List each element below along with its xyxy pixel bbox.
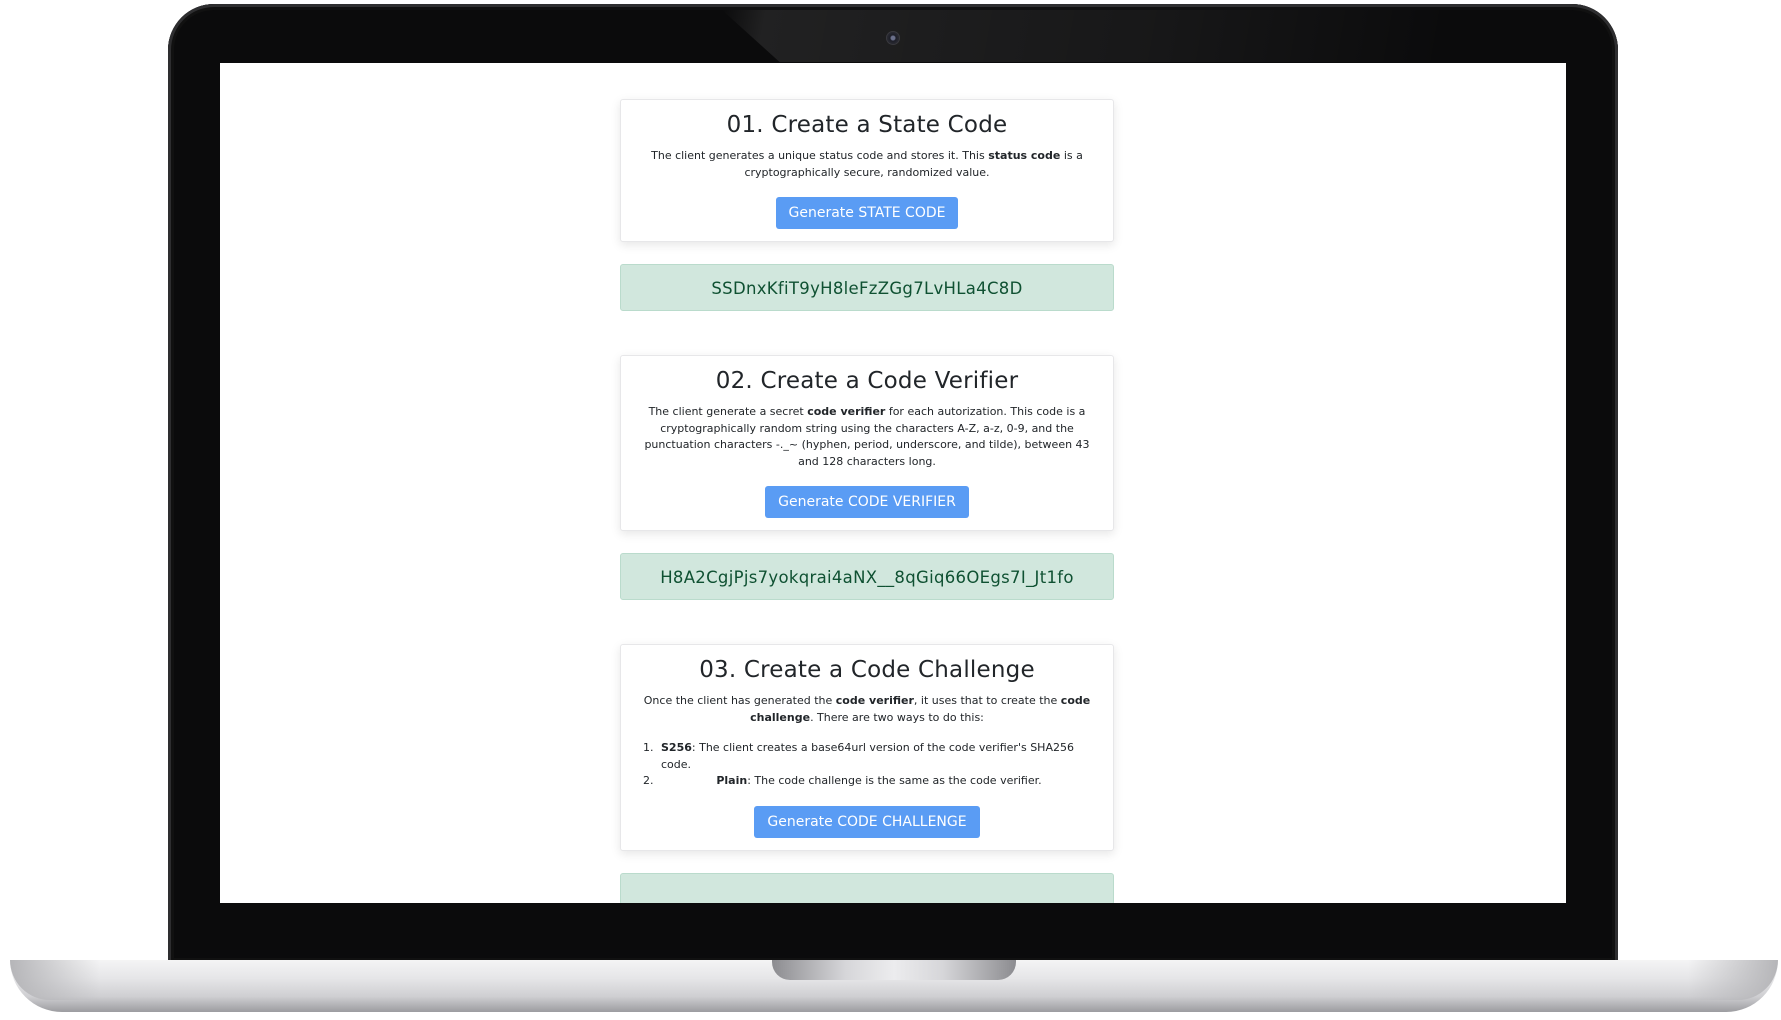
list-item-text: : The client creates a base64url version… xyxy=(661,741,1074,771)
code-verifier-result: H8A2CgjPjs7yokqrai4aNX__8qGiq66OEgs7I_Jt… xyxy=(620,553,1114,600)
webcam-icon xyxy=(887,32,899,44)
page-content: 01. Create a State Code The client gener… xyxy=(620,99,1114,903)
laptop-hinge-notch xyxy=(772,960,1016,980)
step1-card: 01. Create a State Code The client gener… xyxy=(620,99,1114,242)
challenge-methods-list: S256: The client creates a base64url ver… xyxy=(637,740,1097,790)
list-item-plain: Plain: The code challenge is the same as… xyxy=(657,773,1097,790)
list-item-bold: S256 xyxy=(661,741,692,754)
list-item-s256: S256: The client creates a base64url ver… xyxy=(657,740,1097,773)
step3-desc-text-3: . There are two ways to do this: xyxy=(810,710,984,724)
step1-desc-text: The client generates a unique status cod… xyxy=(651,149,989,162)
step1-title: 01. Create a State Code xyxy=(726,112,1008,138)
state-code-result: SSDnxKfiT9yH8leFzZGg7LvHLa4C8D xyxy=(620,264,1114,311)
step3-desc-text-2: , it uses that to create the xyxy=(913,694,1061,707)
step1-desc-bold: status code xyxy=(988,149,1061,162)
step1-description: The client generates a unique status cod… xyxy=(637,148,1097,181)
step3-description: Once the client has generated the code v… xyxy=(637,693,1097,726)
step2-desc-text: The client generate a secret xyxy=(648,405,808,418)
code-challenge-result xyxy=(620,872,1114,903)
step3-desc-bold-1: code verifier xyxy=(835,694,914,707)
laptop-screen: 01. Create a State Code The client gener… xyxy=(220,63,1566,903)
step2-card: 02. Create a Code Verifier The client ge… xyxy=(620,355,1114,531)
generate-code-verifier-button[interactable]: Generate CODE VERIFIER xyxy=(765,486,969,518)
step2-title: 02. Create a Code Verifier xyxy=(715,368,1019,394)
generate-state-code-button[interactable]: Generate STATE CODE xyxy=(775,197,959,229)
step2-desc-bold: code verifier xyxy=(807,405,886,418)
lid-reflection xyxy=(722,10,1442,62)
list-item-text: : The code challenge is the same as the … xyxy=(747,774,1042,787)
list-item-bold: Plain xyxy=(716,774,748,787)
step3-card: 03. Create a Code Challenge Once the cli… xyxy=(620,644,1114,851)
step3-desc-text-1: Once the client has generated the xyxy=(643,694,836,707)
step2-description: The client generate a secret code verifi… xyxy=(637,404,1097,470)
generate-code-challenge-button[interactable]: Generate CODE CHALLENGE xyxy=(754,805,980,838)
step3-title: 03. Create a Code Challenge xyxy=(699,657,1035,683)
